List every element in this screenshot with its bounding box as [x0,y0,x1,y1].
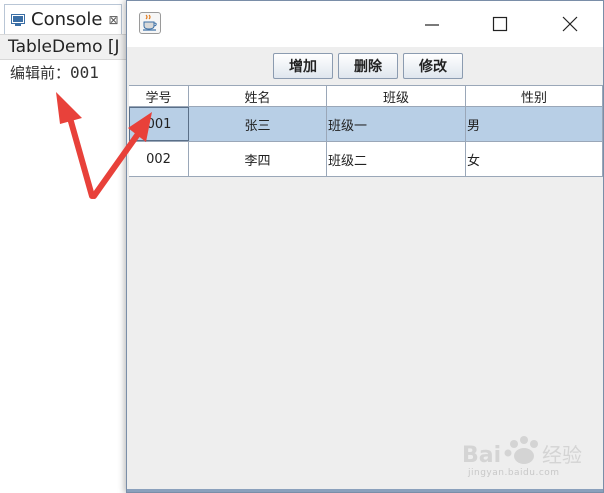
table-cell-gender[interactable]: 女 [466,142,603,176]
column-header-gender[interactable]: 性别 [466,86,603,106]
console-tab[interactable]: Console ⊠ [4,4,122,34]
table-cell-class[interactable]: 班级一 [327,107,466,141]
java-cup-icon [139,12,161,34]
maximize-icon [492,16,508,32]
close-icon[interactable]: ⊠ [108,13,118,27]
add-button[interactable]: 增加 [273,53,333,79]
close-button[interactable] [547,1,593,47]
title-bar[interactable] [127,1,603,47]
maximize-button[interactable] [477,1,523,47]
watermark-url: jingyan.baidu.com [468,468,560,478]
column-header-class[interactable]: 班级 [327,86,466,106]
console-process-name: TableDemo [J [8,37,120,57]
window-bottom-border [127,489,603,492]
delete-button[interactable]: 删除 [338,53,398,79]
table-row[interactable]: 001 张三 班级一 男 [129,107,603,142]
console-process-header: TableDemo [J [0,34,140,60]
baidu-watermark-logo: Bai 经验 [462,436,582,468]
table-cell-id[interactable]: 002 [129,142,189,176]
table-row[interactable]: 002 李四 班级二 女 [129,142,603,177]
minimize-button[interactable] [409,1,455,47]
console-output-value: 001 [70,63,99,82]
table-cell-name[interactable]: 张三 [189,107,327,141]
watermark-brand: Bai [462,443,501,468]
table-header: 学号 姓名 班级 性别 [129,85,603,107]
close-icon [562,16,578,32]
student-table: 学号 姓名 班级 性别 001 张三 班级一 男 002 李四 班级二 女 [129,85,603,177]
console-icon [11,13,25,26]
minimize-icon [425,24,439,26]
table-cell-class[interactable]: 班级二 [327,142,466,176]
console-output-line: 编辑前：001 [10,62,99,83]
console-output-label: 编辑前： [10,64,71,82]
edit-button[interactable]: 修改 [403,53,463,79]
column-header-name[interactable]: 姓名 [189,86,327,106]
toolbar: 增加 删除 修改 [127,47,603,85]
column-header-id[interactable]: 学号 [129,86,189,106]
console-tab-title: Console [31,9,103,30]
table-cell-name[interactable]: 李四 [189,142,327,176]
java-window: 增加 删除 修改 学号 姓名 班级 性别 001 张三 班级一 男 002 李四… [126,0,604,493]
table-cell-id[interactable]: 001 [129,107,189,141]
table-cell-gender[interactable]: 男 [466,107,603,141]
paw-icon [504,436,538,464]
watermark-brand-cn: 经验 [542,443,582,467]
